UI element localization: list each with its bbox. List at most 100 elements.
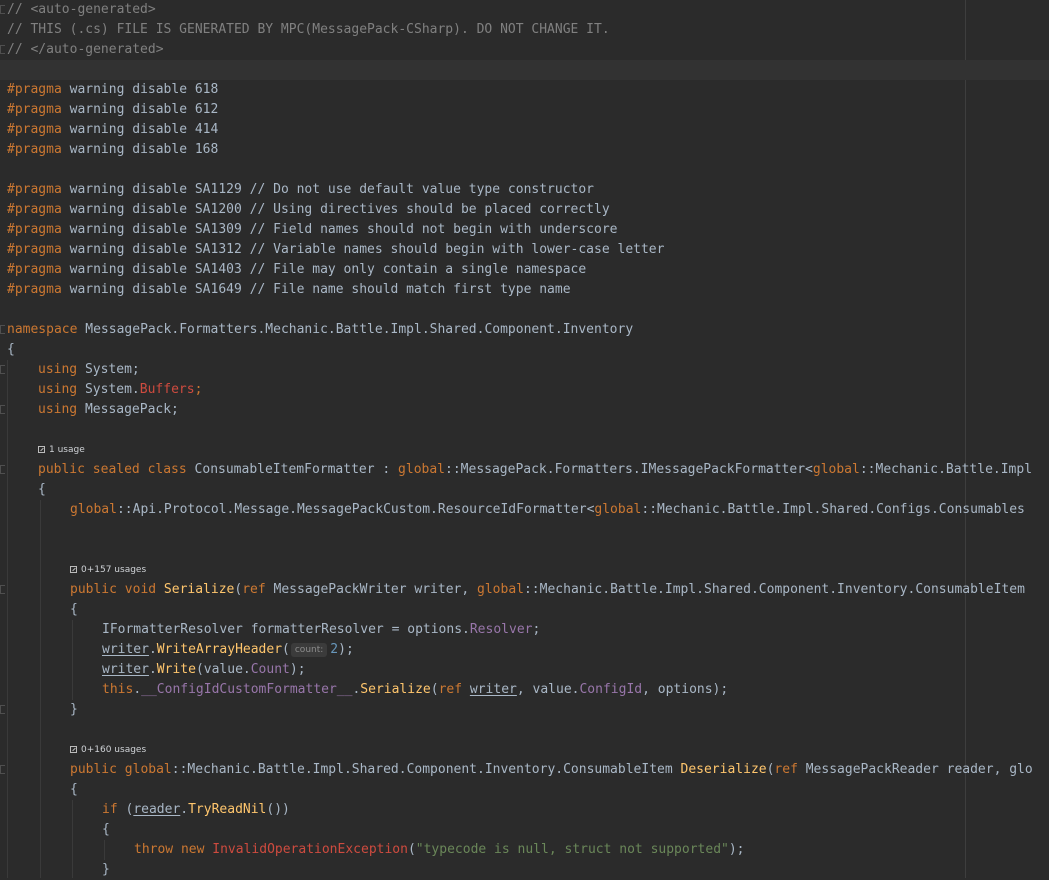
base-type: ::MessagePack.Formatters.IMessagePackFor…: [445, 462, 813, 477]
code-line-pragma[interactable]: #pragma warning disable SA1649 // File n…: [0, 280, 1049, 300]
options-end: , options);: [642, 682, 729, 697]
count-value: 2: [330, 642, 339, 657]
code-line-pragma[interactable]: #pragma warning disable 168: [0, 140, 1049, 160]
global-keyword: global: [477, 582, 524, 597]
code-line-comment[interactable]: // <auto-generated>: [0, 0, 1049, 20]
code-line-statement[interactable]: writer.WriteArrayHeader(count: 2);: [0, 640, 1049, 660]
code-line-pragma[interactable]: #pragma warning disable 414: [0, 120, 1049, 140]
external-link-icon: [38, 446, 45, 453]
global-keyword: global: [124, 762, 172, 777]
usage-hint-class[interactable]: 1 usage: [38, 440, 85, 460]
code-line-pragma[interactable]: #pragma warning disable SA1309 // Field …: [0, 220, 1049, 240]
code-line-pragma[interactable]: #pragma warning disable SA1200 // Using …: [0, 200, 1049, 220]
code-line-statement[interactable]: this.__ConfigIdCustomFormatter__.Seriali…: [0, 680, 1049, 700]
usage-count: 0+160 usages: [81, 745, 147, 755]
code-line-pragma[interactable]: #pragma warning disable SA1403 // File m…: [0, 260, 1049, 280]
code-line-pragma[interactable]: #pragma warning disable SA1129 // Do not…: [0, 180, 1049, 200]
pragma-directive: #pragma: [7, 82, 62, 97]
code-line-brace[interactable]: {: [0, 480, 1049, 500]
type-tail: ::Mechanic.Battle.Impl: [859, 462, 1033, 477]
usage-count: 1 usage: [49, 445, 85, 455]
code-line-throw[interactable]: throw new InvalidOperationException("typ…: [0, 840, 1049, 860]
code-line-brace[interactable]: {: [0, 340, 1049, 360]
code-line-if[interactable]: if (reader.TryReadNil()): [0, 800, 1049, 820]
throw-keyword: throw: [134, 842, 174, 857]
using-name: MessagePack;: [77, 402, 179, 417]
params-tail: glo: [1009, 762, 1033, 777]
code-line-statement[interactable]: writer.Write(value.Count);: [0, 660, 1049, 680]
method-params: MessagePackWriter writer,: [265, 582, 478, 597]
namespace-name: MessagePack.Formatters.Mechanic.Battle.I…: [77, 322, 634, 337]
pragma-text: warning disable 618: [61, 82, 219, 97]
method-params: MessagePackReader reader,: [797, 762, 1010, 777]
pragma-directive: #pragma: [7, 142, 62, 157]
this-keyword: this: [102, 682, 134, 697]
external-link-icon: [70, 566, 77, 573]
code-line-comment[interactable]: // THIS (.cs) FILE IS GENERATED BY MPC(M…: [0, 20, 1049, 40]
code-line-current[interactable]: [0, 60, 1049, 80]
code-line-using[interactable]: using System;: [0, 360, 1049, 380]
type-tail: ::Mechanic.Battle.Impl.Shared.Configs.Co…: [641, 502, 1025, 517]
code-line-brace[interactable]: {: [0, 780, 1049, 800]
code-editor[interactable]: // <auto-generated> // THIS (.cs) FILE I…: [0, 0, 1049, 878]
serialize-call: Serialize: [360, 682, 431, 697]
namespace-keyword: namespace: [7, 322, 78, 337]
code-line-method-deserialize[interactable]: public global::Mechanic.Battle.Impl.Shar…: [0, 760, 1049, 780]
writer-ref: writer: [469, 682, 517, 697]
count-prop: Count: [250, 662, 290, 677]
new-keyword: new: [180, 842, 205, 857]
pragma-text: warning disable SA1129 // Do not use def…: [61, 182, 595, 197]
code-line-using[interactable]: using System.Buffers;: [0, 380, 1049, 400]
pragma-text: warning disable SA1649 // File name shou…: [61, 282, 571, 297]
pragma-text: warning disable 414: [61, 122, 219, 137]
global-keyword: global: [594, 502, 642, 517]
if-keyword: if: [102, 802, 118, 817]
ref-keyword: ref: [774, 762, 798, 777]
code-line-brace[interactable]: {: [0, 820, 1049, 840]
external-link-icon: [70, 746, 77, 753]
using-name: System;: [77, 362, 140, 377]
code-line-brace[interactable]: }: [0, 860, 1049, 880]
code-line-statement[interactable]: IFormatterResolver formatterResolver = o…: [0, 620, 1049, 640]
writer-ref: writer: [102, 642, 149, 657]
pragma-directive: #pragma: [7, 222, 62, 237]
usage-hint-deserialize[interactable]: 0+160 usages: [70, 740, 146, 760]
code-line-pragma[interactable]: #pragma warning disable 618: [0, 80, 1049, 100]
try-read-nil-call: TryReadNil: [188, 802, 267, 817]
code-line-namespace[interactable]: namespace MessagePack.Formatters.Mechani…: [0, 320, 1049, 340]
code-line-class-decl[interactable]: public sealed class ConsumableItemFormat…: [0, 460, 1049, 480]
code-line-brace[interactable]: {: [0, 600, 1049, 620]
pragma-text: warning disable 168: [61, 142, 219, 157]
code-line-field[interactable]: global::Api.Protocol.Message.MessagePack…: [0, 500, 1049, 520]
using-keyword: using: [38, 382, 78, 397]
code-line-pragma[interactable]: #pragma warning disable 612: [0, 100, 1049, 120]
method-modifiers: public void: [70, 582, 157, 597]
param-type: ::Mechanic.Battle.Impl.Shared.Component.…: [523, 582, 1025, 597]
code-line-pragma[interactable]: #pragma warning disable SA1312 // Variab…: [0, 240, 1049, 260]
pragma-text: warning disable SA1200 // Using directiv…: [61, 202, 610, 217]
usage-hint-serialize[interactable]: 0+157 usages: [70, 560, 146, 580]
pragma-directive: #pragma: [7, 102, 62, 117]
pragma-directive: #pragma: [7, 262, 62, 277]
code-line-method-serialize[interactable]: public void Serialize(ref MessagePackWri…: [0, 580, 1049, 600]
code-line-brace[interactable]: }: [0, 700, 1049, 720]
config-id-prop: ConfigId: [579, 682, 643, 697]
pragma-directive: #pragma: [7, 202, 62, 217]
resolver-prop: Resolver: [469, 622, 533, 637]
usage-count: 0+157 usages: [81, 565, 147, 575]
using-keyword: using: [38, 362, 78, 377]
global-keyword: global: [812, 462, 860, 477]
pragma-text: warning disable 612: [61, 102, 219, 117]
value-prefix: (value.: [195, 662, 251, 677]
exception-message: "typecode is null, struct not supported": [415, 842, 729, 857]
reader-ref: reader: [133, 802, 181, 817]
pragma-directive: #pragma: [7, 242, 62, 257]
code-line-comment[interactable]: // </auto-generated>: [0, 40, 1049, 60]
field-type: ::Api.Protocol.Message.MessagePackCustom…: [116, 502, 595, 517]
method-name: Serialize: [163, 582, 235, 597]
code-line-using[interactable]: using MessagePack;: [0, 400, 1049, 420]
ref-keyword: ref: [438, 682, 463, 697]
config-prefix: , value.: [516, 682, 580, 697]
class-name: ConsumableItemFormatter :: [186, 462, 399, 477]
resolver-decl: IFormatterResolver formatterResolver = o…: [102, 622, 470, 637]
